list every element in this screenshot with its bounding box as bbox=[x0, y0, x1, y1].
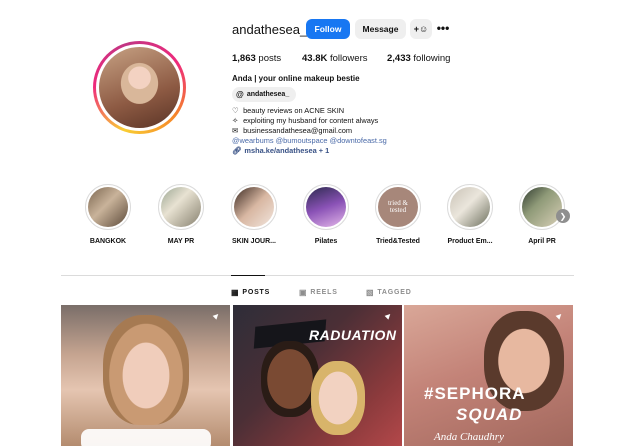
highlight-label: Pilates bbox=[314, 238, 338, 245]
followers-count[interactable]: 43.8K followers bbox=[302, 53, 368, 64]
grid-icon: ▦ bbox=[231, 288, 240, 297]
envelope-icon: ✉ bbox=[232, 126, 239, 135]
tab-label: TAGGED bbox=[377, 289, 412, 296]
tab-label: POSTS bbox=[242, 289, 271, 296]
highlight-label: April PR bbox=[528, 238, 556, 245]
post-overlay-text: SQUAD bbox=[456, 405, 523, 424]
tab-posts[interactable]: ▦ POSTS bbox=[231, 288, 270, 297]
pinned-icon: ▲ bbox=[381, 308, 396, 323]
threads-badge[interactable]: @ andathesea_ bbox=[232, 87, 297, 102]
tab-tagged[interactable]: ▧ TAGGED bbox=[366, 288, 412, 297]
link-icon: 🔗︎ bbox=[232, 146, 242, 155]
highlight-pilates[interactable]: Pilates bbox=[298, 184, 354, 245]
threads-handle: andathesea_ bbox=[246, 91, 290, 98]
highlight-skin-journey[interactable]: SKIN JOUR... bbox=[226, 184, 282, 245]
post-image bbox=[311, 361, 365, 435]
pinned-icon: ▲ bbox=[552, 308, 567, 323]
highlight-tried-tested[interactable]: tried & tested Tried&Tested bbox=[370, 184, 426, 245]
following-count[interactable]: 2,433 following bbox=[387, 53, 450, 64]
bio-line-text: businessandathesea@gmail.com bbox=[243, 126, 353, 135]
highlight-label: MAY PR bbox=[167, 238, 195, 245]
post-sticker bbox=[81, 429, 211, 446]
highlight-cover: tried & tested bbox=[378, 187, 418, 227]
posts-count: 1,863 posts bbox=[232, 53, 281, 64]
followers-count-value: 43.8K bbox=[302, 53, 328, 64]
heart-icon: ♡ bbox=[232, 106, 239, 115]
bio-line-text: exploiting my husband for content always bbox=[243, 116, 379, 125]
tabs-divider bbox=[61, 275, 574, 276]
highlight-cover-ring bbox=[231, 184, 277, 230]
highlight-cover bbox=[306, 187, 346, 227]
post-overlay-text: #SEPHORA bbox=[424, 384, 526, 403]
highlight-product-empties[interactable]: Product Em... bbox=[442, 184, 498, 245]
bio-line: ♡ beauty reviews on ACNE SKIN bbox=[232, 106, 344, 115]
profile-avatar-frame bbox=[96, 44, 183, 131]
tab-reels[interactable]: ▣ REELS bbox=[299, 288, 338, 297]
posts-count-value: 1,863 bbox=[232, 53, 256, 64]
post-thumbnail[interactable]: #SEPHORA SQUAD Anda Chaudhry ▲ bbox=[404, 305, 573, 446]
follow-button[interactable]: Follow bbox=[306, 19, 350, 39]
bio-link-text: msha.ke/andathesea + 1 bbox=[244, 146, 330, 155]
post-caption: Anda Chaudhry bbox=[434, 431, 504, 443]
highlight-cover-ring bbox=[303, 184, 349, 230]
post-image bbox=[103, 315, 189, 425]
profile-avatar[interactable] bbox=[99, 47, 180, 128]
bio-line: ✉ businessandathesea@gmail.com bbox=[232, 126, 352, 135]
followers-count-label: followers bbox=[330, 53, 368, 64]
add-user-icon: +☺ bbox=[413, 24, 429, 34]
highlight-cover bbox=[450, 187, 490, 227]
highlight-cover-ring bbox=[519, 184, 565, 230]
bio-external-link[interactable]: 🔗︎ msha.ke/andathesea + 1 bbox=[232, 146, 329, 155]
suggest-user-button[interactable]: +☺ bbox=[410, 19, 432, 39]
bio-line-text: beauty reviews on ACNE SKIN bbox=[243, 106, 345, 115]
profile-username: andathesea_ bbox=[232, 22, 308, 37]
reels-icon: ▣ bbox=[299, 288, 308, 297]
bio-mentions[interactable]: @wearbums @bumoutspace @downtofeast.sg bbox=[232, 136, 387, 145]
highlight-cover bbox=[161, 187, 201, 227]
highlight-cover-text: tested bbox=[389, 206, 407, 214]
highlight-cover-ring: tried & tested bbox=[375, 184, 421, 230]
posts-count-label: posts bbox=[258, 53, 282, 64]
highlight-cover-ring bbox=[85, 184, 131, 230]
tab-label: REELS bbox=[310, 289, 338, 296]
bio-display-name: Anda | your online makeup bestie bbox=[232, 74, 360, 83]
profile-avatar-ring[interactable] bbox=[93, 41, 186, 134]
message-button[interactable]: Message bbox=[355, 19, 406, 39]
post-overlay-text: RADUATION bbox=[309, 327, 397, 343]
chevron-right-icon[interactable]: ❯ bbox=[556, 209, 570, 223]
highlight-label: BANGKOK bbox=[89, 238, 127, 245]
highlight-label: Tried&Tested bbox=[376, 238, 420, 245]
highlight-cover-ring bbox=[447, 184, 493, 230]
highlight-may-pr[interactable]: MAY PR bbox=[153, 184, 209, 245]
more-options-icon[interactable]: ••• bbox=[436, 21, 450, 35]
highlight-cover bbox=[88, 187, 128, 227]
highlight-label: Product Em... bbox=[447, 238, 493, 245]
following-count-value: 2,433 bbox=[387, 53, 411, 64]
following-count-label: following bbox=[413, 53, 451, 64]
active-tab-indicator bbox=[231, 275, 265, 276]
tagged-icon: ▧ bbox=[366, 288, 375, 297]
pinned-icon: ▲ bbox=[209, 308, 224, 323]
sparkle-icon: ✧ bbox=[232, 116, 239, 125]
highlight-cover-ring bbox=[158, 184, 204, 230]
highlight-cover bbox=[522, 187, 562, 227]
post-thumbnail[interactable]: RADUATION ▲ bbox=[233, 305, 402, 446]
post-thumbnail[interactable]: ▲ bbox=[61, 305, 230, 446]
threads-icon: @ bbox=[236, 90, 244, 99]
highlight-cover bbox=[234, 187, 274, 227]
highlight-bangkok[interactable]: BANGKOK bbox=[80, 184, 136, 245]
bio-line: ✧ exploiting my husband for content alwa… bbox=[232, 116, 378, 125]
highlight-label: SKIN JOUR... bbox=[232, 238, 276, 245]
